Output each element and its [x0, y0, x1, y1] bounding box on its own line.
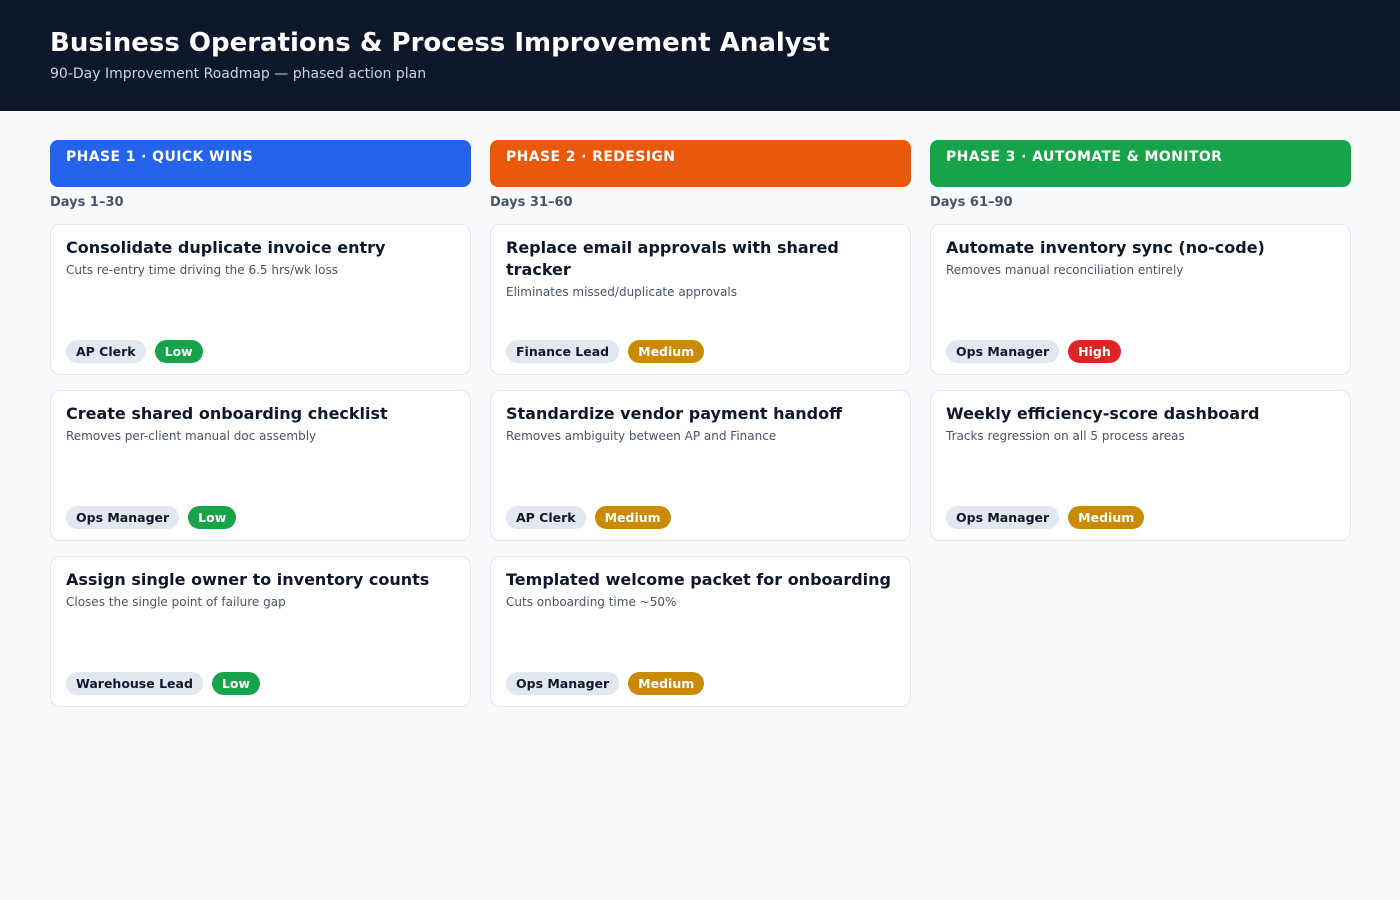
task-description: Cuts re-entry time driving the 6.5 hrs/w… [66, 263, 338, 277]
task-description: Eliminates missed/duplicate approvals [506, 285, 737, 299]
effort-badge: High [1068, 340, 1121, 363]
task-card[interactable]: Weekly efficiency-score dashboard Tracks… [930, 390, 1351, 541]
effort-badge: Medium [628, 340, 705, 363]
task-description: Removes manual reconciliation entirely [946, 263, 1184, 277]
task-description: Closes the single point of failure gap [66, 595, 286, 609]
effort-badge: Medium [594, 506, 671, 529]
phase-banner: PHASE 1 · QUICK WINS [50, 140, 471, 187]
owner-badge: AP Clerk [506, 506, 586, 529]
effort-badge: Low [188, 506, 237, 529]
phase-column-1: PHASE 1 · QUICK WINS Days 1–30 Consolida… [50, 140, 471, 707]
page-subtitle: 90-Day Improvement Roadmap — phased acti… [50, 66, 427, 82]
task-title: Assign single owner to inventory counts … [66, 569, 458, 611]
task-title: Automate inventory sync (no-code) Remove… [946, 237, 1338, 279]
effort-badge: Low [154, 340, 203, 363]
task-title: Standardize vendor payment handoff Remov… [506, 403, 898, 445]
page-title: Business Operations & Process Improvemen… [50, 28, 830, 58]
phase-days: Days 31–60 [490, 195, 573, 210]
task-card[interactable]: Consolidate duplicate invoice entry Cuts… [50, 224, 471, 375]
task-card[interactable]: Automate inventory sync (no-code) Remove… [930, 224, 1351, 375]
phase-column-2: PHASE 2 · REDESIGN Days 31–60 Replace em… [490, 140, 911, 707]
task-card[interactable]: Templated welcome packet for onboarding … [490, 556, 911, 707]
effort-badge: Medium [1068, 506, 1145, 529]
phase-banner: PHASE 2 · REDESIGN [490, 140, 911, 187]
phase-days: Days 1–30 [50, 195, 124, 210]
owner-badge: AP Clerk [66, 340, 146, 363]
owner-badge: Ops Manager [66, 506, 180, 529]
task-title: Consolidate duplicate invoice entry Cuts… [66, 237, 458, 279]
task-description: Removes per-client manual doc assembly [66, 429, 317, 443]
task-card[interactable]: Standardize vendor payment handoff Remov… [490, 390, 911, 541]
task-title: Replace email approvals with shared trac… [506, 237, 898, 301]
owner-badge: Ops Manager [946, 340, 1060, 363]
task-description: Tracks regression on all 5 process areas [946, 429, 1185, 443]
page-header: Business Operations & Process Improvemen… [0, 0, 1400, 111]
phase-banner: PHASE 3 · AUTOMATE & MONITOR [930, 140, 1351, 187]
owner-badge: Ops Manager [946, 506, 1060, 529]
effort-badge: Low [211, 672, 261, 695]
owner-badge: Finance Lead [506, 340, 620, 363]
owner-badge: Ops Manager [506, 672, 620, 695]
phase-column-3: PHASE 3 · AUTOMATE & MONITOR Days 61–90 … [930, 140, 1351, 541]
phase-days: Days 61–90 [930, 195, 1013, 210]
task-title: Templated welcome packet for onboarding … [506, 569, 898, 611]
task-title: Weekly efficiency-score dashboard Tracks… [946, 403, 1338, 445]
effort-badge: Medium [628, 672, 705, 695]
task-card[interactable]: Assign single owner to inventory counts … [50, 556, 471, 707]
task-description: Removes ambiguity between AP and Finance [506, 429, 777, 443]
task-card[interactable]: Create shared onboarding checklist Remov… [50, 390, 471, 541]
task-title: Create shared onboarding checklist Remov… [66, 403, 458, 445]
owner-badge: Warehouse Lead [66, 672, 203, 695]
task-description: Cuts onboarding time ~50% [506, 595, 677, 609]
task-card[interactable]: Replace email approvals with shared trac… [490, 224, 911, 375]
